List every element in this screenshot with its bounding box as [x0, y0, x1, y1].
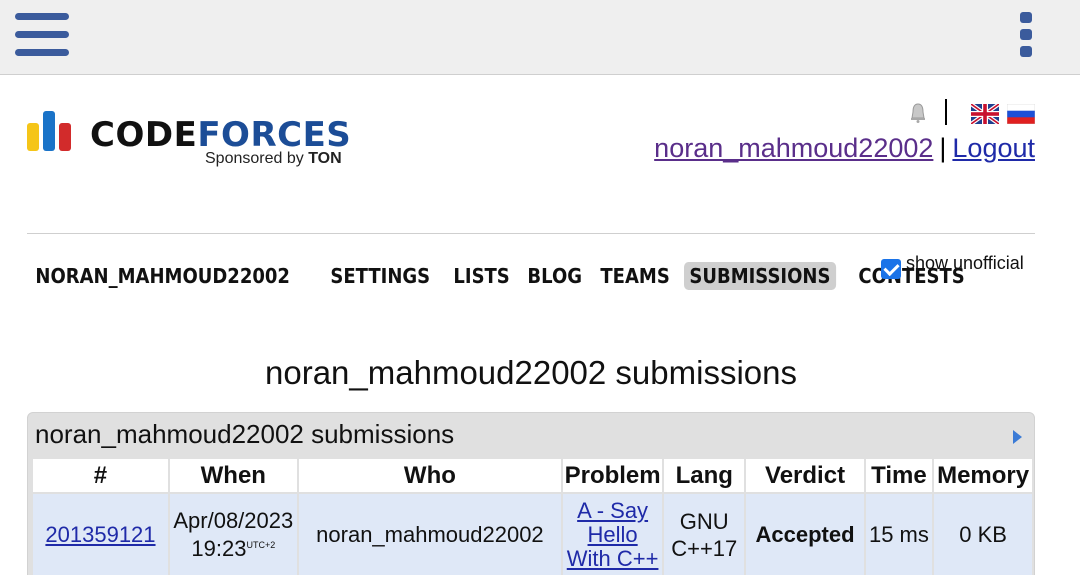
submissions-table: # When Who Problem Lang Verdict Time Mem… [31, 457, 1034, 575]
when-time: 19:23 [191, 536, 247, 561]
cell-lang: GNU C++17 [664, 494, 745, 575]
col-header-lang: Lang [664, 459, 745, 492]
when-date: Apr/08/2023 [173, 508, 294, 533]
nav-item-settings[interactable]: SETTINGS [325, 262, 436, 290]
logo-word-code: CODE [90, 115, 198, 155]
submissions-panel: noran_mahmoud22002 submissions # When Wh… [27, 412, 1035, 575]
username-link[interactable]: noran_mahmoud22002 [654, 133, 933, 163]
page-title: noran_mahmoud22002 submissions [265, 354, 797, 391]
hamburger-menu-icon[interactable] [15, 13, 69, 57]
lang-line1: GNU [679, 509, 729, 534]
cell-time: 15 ms [865, 494, 933, 575]
col-header-id: # [33, 459, 168, 492]
header-divider-line [27, 233, 1035, 234]
nav-item-blog[interactable]: BLOG [522, 262, 587, 290]
flag-en-icon[interactable] [971, 104, 999, 124]
show-unofficial-label: show unofficial [906, 253, 1024, 273]
problem-link-line1[interactable]: A - Say [577, 498, 648, 523]
user-separator: | [939, 133, 947, 163]
user-links: noran_mahmoud22002 | Logout [654, 133, 1035, 164]
col-header-memory: Memory [934, 459, 1032, 492]
nav-item-profile[interactable]: NORAN_MAHMOUD22002 [30, 262, 295, 290]
show-unofficial-toggle[interactable]: show unofficial [881, 253, 1024, 279]
cell-verdict: Accepted [746, 494, 864, 575]
cell-problem: A - Say Hello With C++ [563, 494, 663, 575]
codeforces-logo[interactable]: CODEFORCES Sponsored by TON [27, 108, 367, 174]
lang-line2: C++17 [671, 536, 738, 561]
logo-word-forces: FORCES [197, 115, 352, 155]
profile-nav: NORAN_MAHMOUD22002 SETTINGS LISTS BLOG TEAMS… [30, 262, 983, 290]
browser-toolbar [0, 0, 1080, 75]
panel-title: noran_mahmoud22002 submissions [35, 419, 455, 449]
logo-bars-icon [27, 111, 77, 151]
cell-id: 201359121 [33, 494, 168, 575]
nav-item-lists[interactable]: LISTS [448, 262, 515, 290]
table-row: 201359121 Apr/08/2023 19:23UTC+2 noran_m… [33, 494, 1032, 575]
cell-memory: 0 KB [934, 494, 1032, 575]
sponsor-prefix: Sponsored by [205, 150, 309, 167]
sponsor-name: TON [308, 150, 342, 167]
problem-link-line3[interactable]: With C++ [567, 546, 659, 571]
col-header-time: Time [865, 459, 933, 492]
col-header-who: Who [298, 459, 562, 492]
bell-icon[interactable] [909, 103, 927, 123]
show-unofficial-checkbox[interactable] [881, 259, 901, 279]
logo-wordmark: CODEFORCES [90, 115, 351, 155]
kebab-more-icon[interactable] [1018, 12, 1034, 60]
problem-link-line2[interactable]: Hello [588, 522, 638, 547]
next-page-arrow-icon[interactable] [1013, 430, 1022, 444]
when-timezone: UTC+2 [246, 540, 276, 550]
col-header-problem: Problem [563, 459, 663, 492]
header-divider [945, 99, 947, 125]
table-header-row: # When Who Problem Lang Verdict Time Mem… [33, 459, 1032, 492]
flag-ru-icon[interactable] [1007, 104, 1035, 124]
nav-item-submissions[interactable]: SUBMISSIONS [684, 262, 836, 290]
logout-link[interactable]: Logout [952, 133, 1035, 163]
sponsor-text: Sponsored by TON [205, 150, 342, 168]
col-header-verdict: Verdict [746, 459, 864, 492]
submission-id-link[interactable]: 201359121 [45, 522, 155, 547]
nav-item-teams[interactable]: TEAMS [595, 262, 675, 290]
cell-when: Apr/08/2023 19:23UTC+2 [169, 494, 297, 575]
col-header-when: When [169, 459, 297, 492]
cell-who: noran_mahmoud22002 [298, 494, 562, 575]
